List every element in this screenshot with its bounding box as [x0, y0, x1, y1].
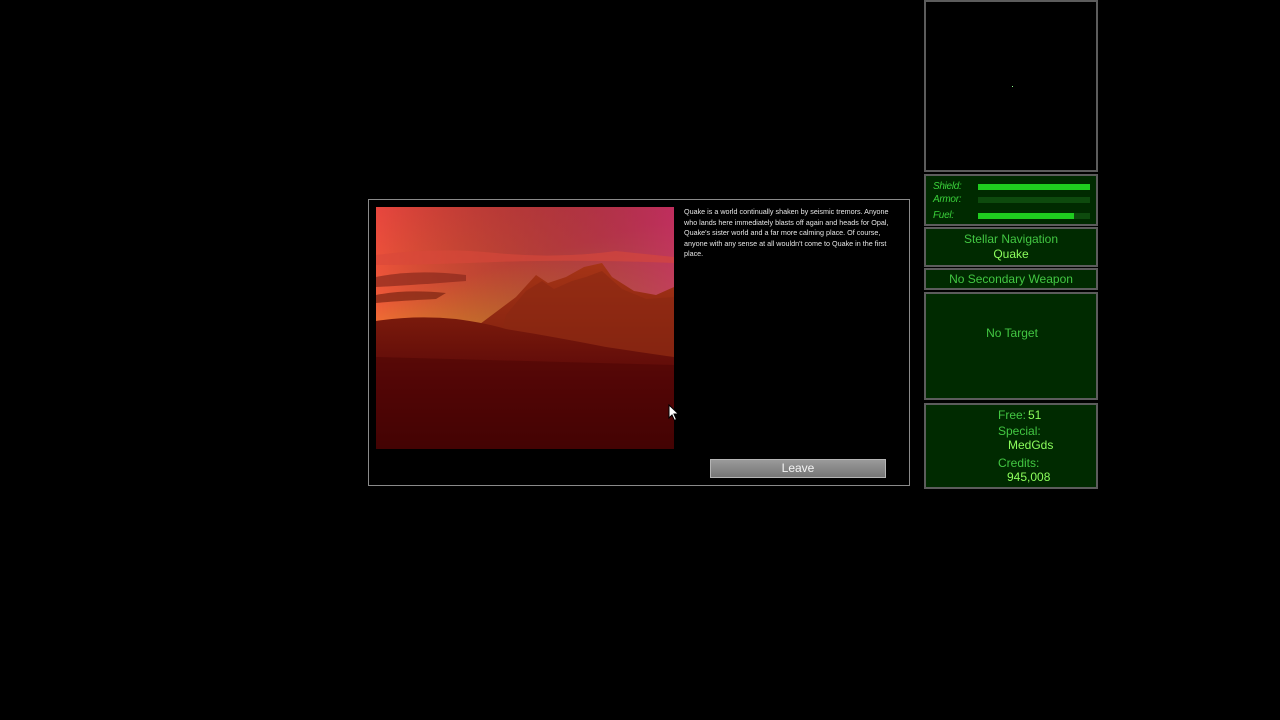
mouse-pointer-icon [668, 403, 680, 427]
special-value: MedGds [1008, 438, 1054, 452]
stellar-navigation-panel: Stellar Navigation Quake [924, 227, 1098, 267]
navigation-title: Stellar Navigation [963, 232, 1059, 246]
target-text: No Target [986, 326, 1038, 340]
shield-label: Shield: [933, 181, 962, 192]
secondary-weapon-panel: No Secondary Weapon [924, 268, 1098, 290]
shield-bar-fill [978, 184, 1090, 190]
armor-label: Armor: [933, 194, 962, 205]
free-label: Free: [998, 408, 1027, 422]
target-panel: No Target [924, 292, 1098, 400]
navigation-destination: Quake [993, 247, 1029, 261]
fuel-label: Fuel: [933, 210, 954, 221]
cargo-panel: Free: 51 Special: MedGds Credits: 945,00… [924, 403, 1098, 489]
planet-description: Quake is a world continually shaken by s… [684, 207, 889, 259]
planet-landscape-image [376, 207, 674, 449]
secondary-weapon-text: No Secondary Weapon [949, 272, 1073, 286]
credits-value: 945,008 [1007, 470, 1051, 484]
armor-bar [978, 197, 1090, 203]
fuel-bar [978, 213, 1090, 219]
shield-bar [978, 184, 1090, 190]
radar-blip [1012, 86, 1013, 87]
planet-landing-dialog: Quake is a world continually shaken by s… [368, 199, 910, 486]
special-label: Special: [998, 424, 1041, 438]
ship-status-panel: Shield: Armor: Fuel: [924, 174, 1098, 226]
fuel-bar-fill [978, 213, 1075, 219]
leave-button[interactable]: Leave [710, 459, 886, 478]
free-value: 51 [1028, 408, 1042, 422]
radar-display [924, 0, 1098, 172]
credits-label: Credits: [998, 456, 1040, 470]
